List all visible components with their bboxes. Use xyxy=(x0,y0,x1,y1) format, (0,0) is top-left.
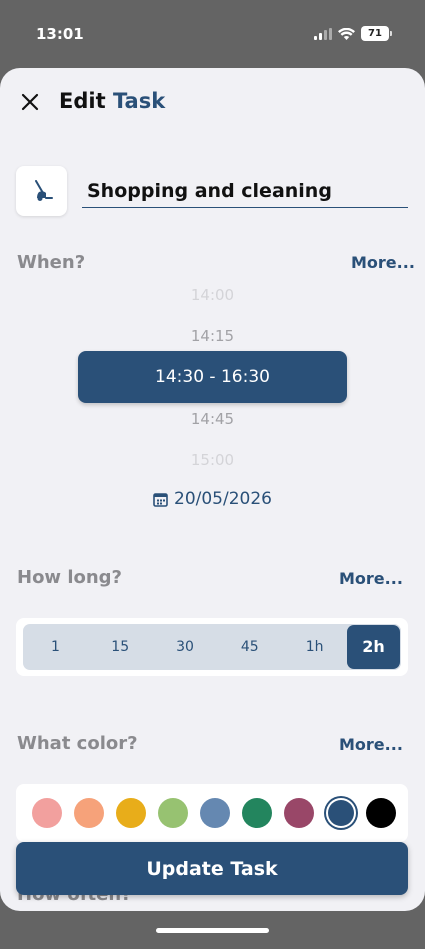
when-label: When? xyxy=(17,252,86,273)
color-swatch[interactable] xyxy=(32,798,62,828)
home-indicator xyxy=(156,928,269,933)
duration-option[interactable]: 45 xyxy=(217,625,282,669)
color-swatch[interactable] xyxy=(74,798,104,828)
duration-option[interactable]: 1 xyxy=(23,625,88,669)
status-icons: 71 xyxy=(314,26,392,41)
duration-selector: 1 15 30 45 1h 2h xyxy=(16,618,408,676)
calendar-icon xyxy=(153,492,168,507)
color-swatch[interactable] xyxy=(284,798,314,828)
time-option[interactable]: 15:00 xyxy=(0,451,425,469)
status-time: 13:01 xyxy=(36,25,84,43)
task-name-input[interactable]: Shopping and cleaning xyxy=(82,174,408,208)
color-swatch[interactable] xyxy=(200,798,230,828)
date-picker[interactable]: 20/05/2026 xyxy=(0,489,425,509)
page-title: Edit Task xyxy=(59,89,165,113)
color-swatch[interactable] xyxy=(116,798,146,828)
color-swatch-selected[interactable] xyxy=(328,800,354,826)
time-option[interactable]: 14:00 xyxy=(0,286,425,304)
wifi-icon xyxy=(338,27,355,40)
date-value: 20/05/2026 xyxy=(174,489,272,509)
title-prefix: Edit xyxy=(59,89,106,113)
close-icon[interactable] xyxy=(18,90,42,114)
how-long-label: How long? xyxy=(17,567,123,588)
duration-track: 1 15 30 45 1h 2h xyxy=(23,624,401,670)
when-more-link[interactable]: More... xyxy=(351,253,415,272)
color-label: What color? xyxy=(17,733,138,754)
vacuum-cleaner-icon xyxy=(34,180,53,201)
update-task-button[interactable]: Update Task xyxy=(16,842,408,895)
color-swatch[interactable] xyxy=(242,798,272,828)
status-bar: 13:01 71 xyxy=(0,0,425,68)
edit-task-sheet: Edit Task Shopping and cleaning When? Mo… xyxy=(0,68,425,911)
color-swatch[interactable] xyxy=(366,798,396,828)
task-icon-button[interactable] xyxy=(16,166,67,216)
time-option[interactable]: 14:15 xyxy=(0,327,425,345)
color-more-link[interactable]: More... xyxy=(339,735,403,754)
battery-icon: 71 xyxy=(361,26,392,41)
time-option[interactable]: 14:45 xyxy=(0,410,425,428)
title-accent: Task xyxy=(112,89,166,113)
header: Edit Task xyxy=(0,68,425,134)
duration-option-selected[interactable]: 2h xyxy=(346,625,400,669)
signal-icon xyxy=(314,27,332,40)
color-swatch[interactable] xyxy=(158,798,188,828)
how-long-more-link[interactable]: More... xyxy=(339,569,403,588)
color-picker xyxy=(16,784,408,842)
selected-time-range[interactable]: 14:30 - 16:30 xyxy=(78,351,347,403)
duration-option[interactable]: 30 xyxy=(153,625,218,669)
duration-option[interactable]: 1h xyxy=(282,625,347,669)
duration-option[interactable]: 15 xyxy=(88,625,153,669)
